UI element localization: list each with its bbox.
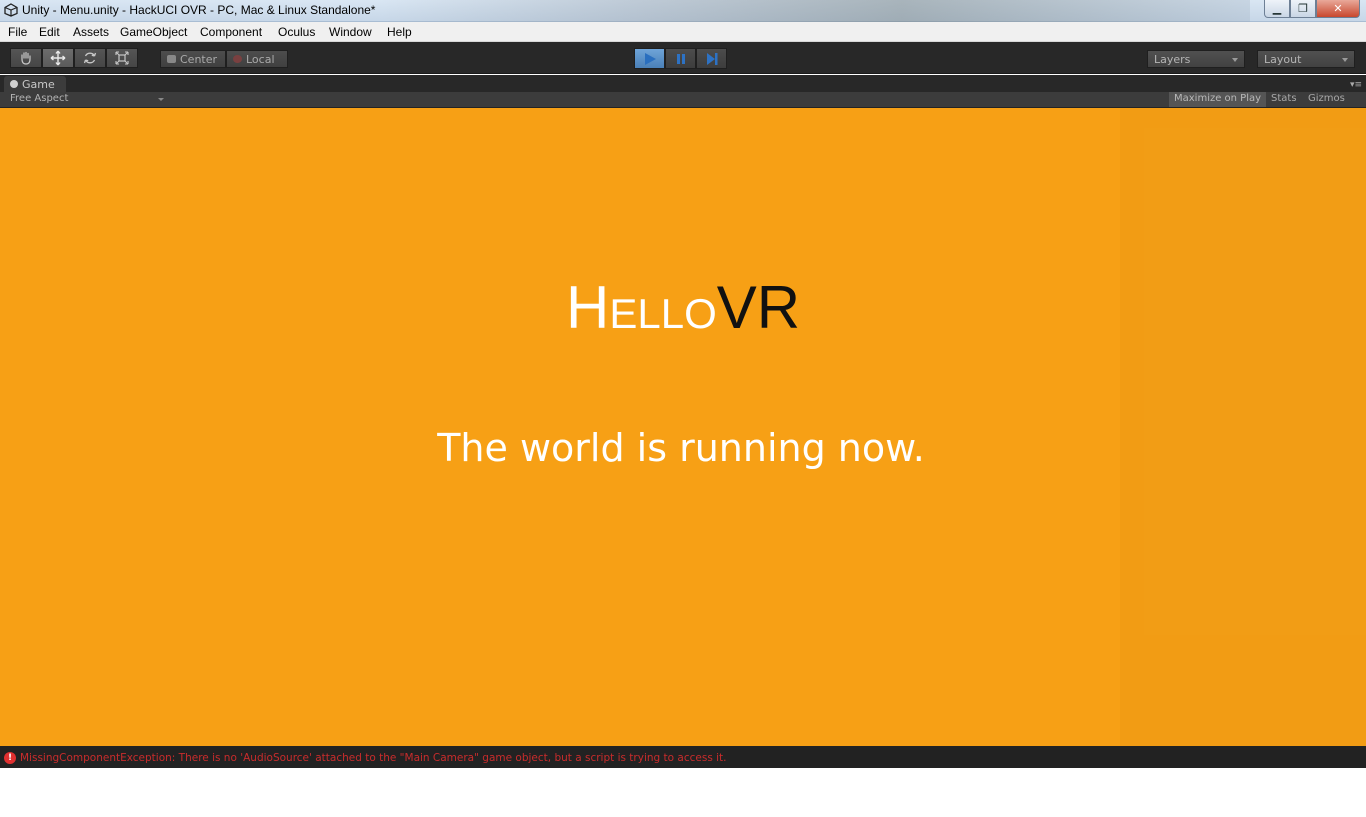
maximize-on-play-toggle[interactable]: Maximize on Play [1169,92,1267,107]
chevron-down-icon [1232,58,1238,62]
hand-icon [21,51,31,65]
gizmos-dropdown[interactable]: Gizmos [1303,92,1350,107]
status-message-text: The world is running now. [437,426,925,470]
scale-tool-button[interactable] [106,48,138,68]
window-title: Unity - Menu.unity - HackUCI OVR - PC, M… [22,3,376,17]
playback-controls [634,48,727,69]
status-message: The world is running now. [0,426,1366,470]
panel-menu-icon[interactable]: ▾≡ [1350,80,1362,90]
menu-assets[interactable]: Assets [73,25,109,39]
console-error-message[interactable]: MissingComponentException: There is no '… [20,752,727,764]
console-status-bar[interactable]: ! MissingComponentException: There is no… [0,746,1366,768]
move-icon [50,50,66,66]
logo-vr: VR [716,274,801,341]
maximize-icon: ❐ [1298,2,1308,15]
aspect-dropdown[interactable]: Free Aspect [4,92,166,107]
pivot-center-icon [167,55,176,63]
stats-toggle[interactable]: Stats [1266,92,1302,107]
maximize-button[interactable]: ❐ [1290,0,1316,18]
tab-game[interactable]: Game [4,76,66,92]
menu-file[interactable]: File [8,25,27,39]
pivot-rotation-label: Local [246,52,275,66]
pause-button[interactable] [665,48,696,69]
scale-icon [115,51,129,65]
logo-hello-rest: ELLO [609,290,717,337]
menu-bar: File Edit Assets GameObject Component Oc… [0,22,1366,42]
game-view-icon [10,80,18,88]
logo-hello: HELLO [566,274,717,341]
game-view[interactable]: HELLOVR The world is running now. [0,108,1366,746]
pivot-mode-label: Center [180,52,218,66]
title-bar-background [380,0,1250,22]
layout-dropdown[interactable]: Layout [1257,50,1355,68]
window-title-bar: Unity - Menu.unity - HackUCI OVR - PC, M… [0,0,1366,22]
hand-tool-button[interactable] [10,48,42,68]
pivot-rotation-toggle[interactable]: Local [226,50,288,68]
pivot-local-icon [233,55,242,63]
layers-dropdown[interactable]: Layers [1147,50,1245,68]
step-icon [706,52,717,65]
move-tool-button[interactable] [42,48,74,68]
rotate-tool-button[interactable] [74,48,106,68]
panel-tab-bar: Game ▾≡ [0,75,1366,92]
error-icon: ! [4,752,16,764]
menu-edit[interactable]: Edit [39,25,60,39]
play-button[interactable] [634,48,665,69]
main-toolbar: Center Local Layers Layout [0,42,1366,74]
game-view-toolbar: Free Aspect Maximize on Play Stats Gizmo… [0,92,1366,108]
pivot-mode-toggle[interactable]: Center [160,50,226,68]
minimize-icon: ▁ [1272,2,1282,15]
chevron-down-icon [1342,58,1348,62]
menu-help[interactable]: Help [387,25,412,39]
minimize-button[interactable]: ▁ [1264,0,1290,18]
rotate-icon [83,52,97,64]
logo-hello-initial: H [566,274,610,341]
menu-gameobject[interactable]: GameObject [120,25,187,39]
tab-game-label: Game [22,78,55,91]
menu-component[interactable]: Component [200,25,262,39]
aspect-label: Free Aspect [10,93,69,104]
play-icon [644,52,656,65]
close-icon: ✕ [1333,2,1343,15]
layers-label: Layers [1154,53,1191,66]
menu-oculus[interactable]: Oculus [278,25,315,39]
hellovr-logo: HELLOVR [566,273,800,342]
layout-label: Layout [1264,53,1302,66]
close-button[interactable]: ✕ [1316,0,1360,18]
pause-icon [676,53,685,64]
chevron-down-icon [158,98,164,101]
step-button[interactable] [696,48,727,69]
menu-window[interactable]: Window [329,25,372,39]
unity-icon [4,3,18,17]
